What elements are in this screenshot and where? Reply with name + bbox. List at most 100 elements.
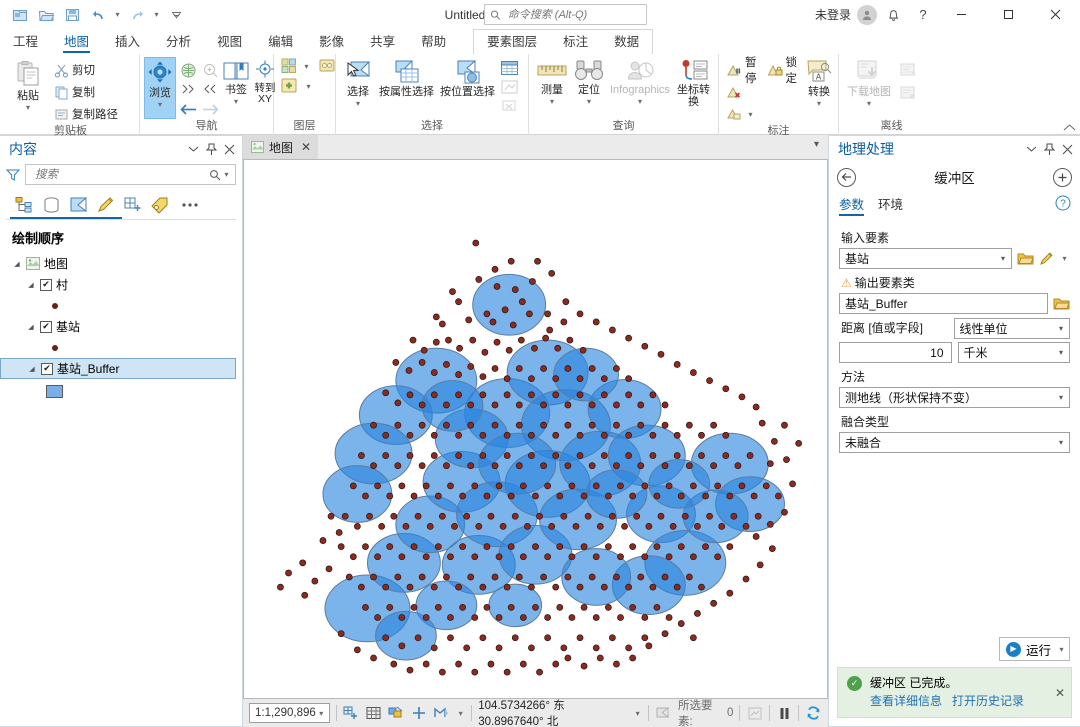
select-by-location-button[interactable]: 按位置选择 [437, 57, 498, 98]
open-attribute-table-icon[interactable] [365, 703, 382, 723]
open-history-link[interactable]: 打开历史记录 [952, 693, 1024, 710]
download-map-button[interactable]: 下载地图 ▾ [843, 57, 895, 108]
undo-icon[interactable] [86, 4, 110, 26]
copy-button[interactable]: 复制 [51, 81, 121, 103]
add-tool-icon[interactable] [1053, 167, 1072, 187]
run-dropdown-icon[interactable]: ▾ [1056, 645, 1067, 654]
download-map-dropdown-icon[interactable]: ▾ [864, 99, 875, 108]
dissolve-type-combobox[interactable]: 未融合 ▾ [839, 432, 1070, 453]
more-options-icon[interactable] [177, 193, 202, 217]
minimize-button[interactable] [939, 0, 984, 29]
dismiss-message-icon[interactable]: ✕ [1055, 686, 1065, 700]
view-tab-close-icon[interactable]: ✕ [301, 140, 311, 154]
toc-item-layer-basestation[interactable]: ◢ ✔ 基站 [0, 316, 242, 337]
cut-button[interactable]: 剪切 [51, 59, 121, 81]
tab-environments[interactable]: 环境 [878, 194, 903, 216]
new-project-icon[interactable] [8, 4, 32, 26]
command-search[interactable] [484, 4, 647, 25]
ribbon-tab-feature-layer[interactable]: 要素图层 [474, 30, 550, 54]
remove-offline-map-icon[interactable] [897, 83, 919, 103]
measure-icon[interactable] [433, 703, 450, 723]
view-tab-map[interactable]: 地图 ✕ [243, 135, 319, 159]
select-by-rectangle-icon[interactable] [343, 703, 360, 723]
layer-visibility-checkbox[interactable]: ✔ [41, 362, 53, 375]
chevron-down-icon[interactable]: ▾ [1056, 324, 1066, 333]
toc-item-layer-village[interactable]: ◢ ✔ 村 [0, 274, 242, 295]
ribbon-tab-imagery[interactable]: 影像 [306, 30, 357, 54]
back-icon[interactable] [837, 167, 856, 187]
attribute-table-icon[interactable] [498, 59, 520, 77]
next-extent-icon[interactable] [199, 80, 219, 98]
pause-labeling-button[interactable]: 暂停 [723, 57, 762, 85]
ribbon-tab-view[interactable]: 视图 [204, 30, 255, 54]
ribbon-tab-data[interactable]: 数据 [601, 30, 652, 54]
select-button[interactable]: 选择 ▾ [340, 57, 376, 108]
ribbon-tab-analysis[interactable]: 分析 [153, 30, 204, 54]
measure-dropdown-icon[interactable]: ▾ [547, 97, 558, 106]
linear-unit-type-combobox[interactable]: 线性单位 ▾ [953, 318, 1070, 339]
list-by-data-source-icon[interactable] [39, 193, 64, 217]
help-icon[interactable]: ? [1055, 195, 1071, 211]
previous-extent-arrow-icon[interactable] [178, 100, 198, 118]
more-labeling-dropdown-icon[interactable]: ▾ [745, 110, 756, 119]
list-by-labeling-icon[interactable] [147, 193, 172, 217]
previous-extent-icon[interactable] [178, 80, 198, 98]
chevron-down-icon[interactable]: ▾ [998, 254, 1008, 263]
contents-search-input[interactable] [33, 167, 209, 182]
toc-item-layer-basestation-buffer[interactable]: ◢ ✔ 基站_Buffer [0, 358, 236, 379]
refresh-icon[interactable] [805, 703, 822, 723]
search-options-dropdown-icon[interactable]: ▾ [221, 170, 232, 179]
clear-selection-icon[interactable] [388, 703, 405, 723]
convert-dropdown-icon[interactable]: ▾ [814, 99, 825, 108]
expander-icon[interactable]: ◢ [26, 281, 36, 289]
distance-input[interactable]: 10 [839, 342, 952, 363]
maximize-button[interactable] [986, 0, 1031, 29]
undo-dropdown-icon[interactable]: ▾ [112, 10, 123, 19]
warning-icon[interactable]: ⚠ [841, 277, 852, 289]
lock-labels-button[interactable]: 锁定 [764, 57, 803, 85]
edit-pencil-icon[interactable] [1039, 251, 1054, 266]
expander-icon[interactable]: ◢ [12, 260, 22, 268]
select-dropdown-icon[interactable]: ▾ [353, 99, 364, 108]
full-extent-icon[interactable] [178, 60, 198, 80]
geoprocessing-menu-icon[interactable] [1022, 139, 1040, 159]
ribbon-tab-insert[interactable]: 插入 [102, 30, 153, 54]
avatar[interactable] [857, 4, 877, 25]
list-by-snapping-icon[interactable] [120, 193, 145, 217]
copy-path-button[interactable]: 复制路径 [51, 103, 121, 125]
locate-button[interactable]: 定位 ▾ [571, 57, 607, 106]
ribbon-tab-labeling[interactable]: 标注 [550, 30, 601, 54]
list-by-selection-icon[interactable] [66, 193, 91, 217]
customize-qat-icon[interactable] [164, 4, 188, 26]
view-tabs-dropdown-icon[interactable]: ▾ [814, 139, 819, 150]
method-combobox[interactable]: 测地线（形状保持不变） ▾ [839, 387, 1070, 408]
zoom-to-selection-icon[interactable] [498, 78, 520, 96]
select-by-attributes-button[interactable]: 按属性选择 [376, 57, 437, 98]
view-details-link[interactable]: 查看详细信息 [870, 693, 942, 710]
browse-folder-icon[interactable] [1017, 251, 1034, 266]
chevron-down-icon[interactable]: ▾ [1056, 393, 1066, 402]
fixed-zoom-icon[interactable] [200, 60, 220, 80]
save-project-icon[interactable] [60, 4, 84, 26]
paste-button[interactable]: 粘贴 ▾ [6, 57, 50, 112]
basemap-dropdown-icon[interactable]: ▾ [301, 62, 312, 71]
add-data-icon[interactable] [280, 76, 301, 96]
chevron-down-icon[interactable]: ▾ [1056, 348, 1066, 357]
coordinate-conversion-button[interactable]: 坐标转换 [673, 57, 714, 108]
close-button[interactable] [1033, 0, 1078, 29]
contents-search-box[interactable]: ▾ [25, 164, 236, 185]
toc-item-map[interactable]: ◢ 地图 [0, 253, 242, 274]
expander-icon[interactable]: ◢ [27, 365, 37, 373]
clear-selection-icon[interactable] [498, 97, 520, 115]
scale-dropdown-icon[interactable]: ▾ [316, 709, 327, 718]
browse-folder-icon[interactable] [1053, 296, 1070, 311]
explore-dropdown-icon[interactable]: ▾ [155, 100, 166, 109]
infographics-dropdown-icon[interactable]: ▾ [634, 97, 645, 106]
chevron-down-icon[interactable]: ▾ [1056, 438, 1066, 447]
command-search-input[interactable] [505, 7, 641, 22]
sign-in-status[interactable]: 未登录 [815, 6, 851, 23]
more-labeling-button[interactable]: ▾ [723, 103, 762, 125]
status-tools-dropdown-icon[interactable]: ▾ [456, 709, 466, 718]
explore-button[interactable]: 浏览 ▾ [144, 57, 176, 119]
measure-button[interactable]: 测量 ▾ [533, 57, 571, 106]
